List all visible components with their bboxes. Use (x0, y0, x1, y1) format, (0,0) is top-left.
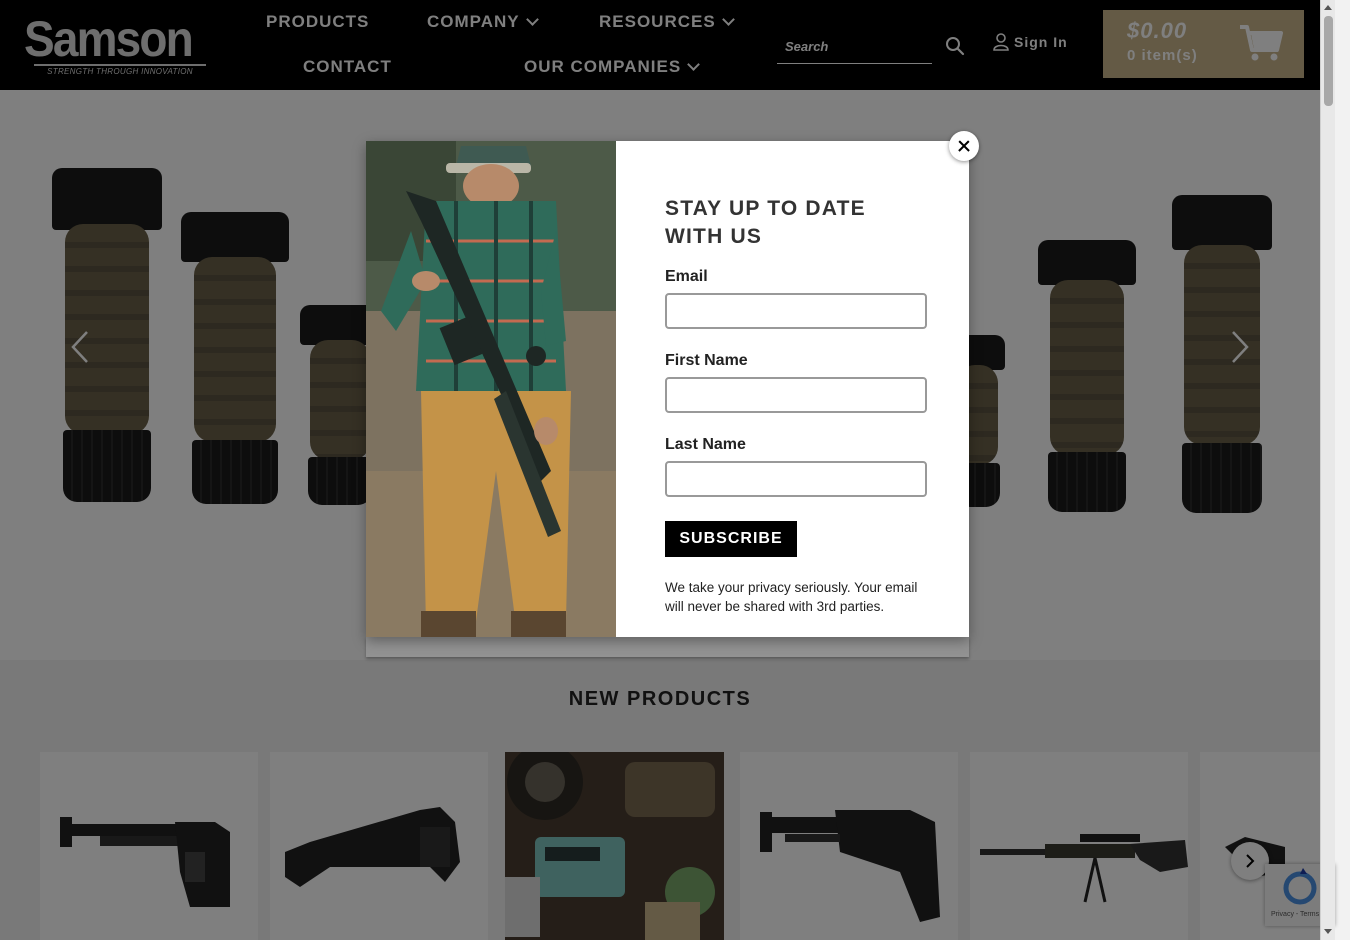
scroll-thumb[interactable] (1324, 16, 1333, 106)
last-name-label: Last Name (665, 436, 746, 453)
privacy-notice: We take your privacy seriously. Your ema… (665, 580, 918, 614)
close-icon[interactable] (949, 131, 979, 161)
subscribe-button[interactable]: SUBSCRIBE (665, 521, 797, 557)
popup-title: STAY UP TO DATE WITH US (665, 197, 866, 248)
modal-footer-strip (366, 637, 969, 657)
first-name-field[interactable] (665, 377, 927, 413)
email-field[interactable] (665, 293, 927, 329)
newsletter-popup: STAY UP TO DATE WITH US Email First Name… (366, 141, 969, 637)
last-name-field[interactable] (665, 461, 927, 497)
man-with-rifle-photo (366, 141, 616, 637)
email-label: Email (665, 268, 708, 285)
first-name-label: First Name (665, 352, 748, 369)
popup-photo (366, 141, 616, 637)
scroll-down-arrow[interactable] (1324, 929, 1332, 934)
scroll-up-arrow[interactable] (1324, 5, 1332, 10)
page-scrollbar[interactable] (1320, 0, 1335, 940)
